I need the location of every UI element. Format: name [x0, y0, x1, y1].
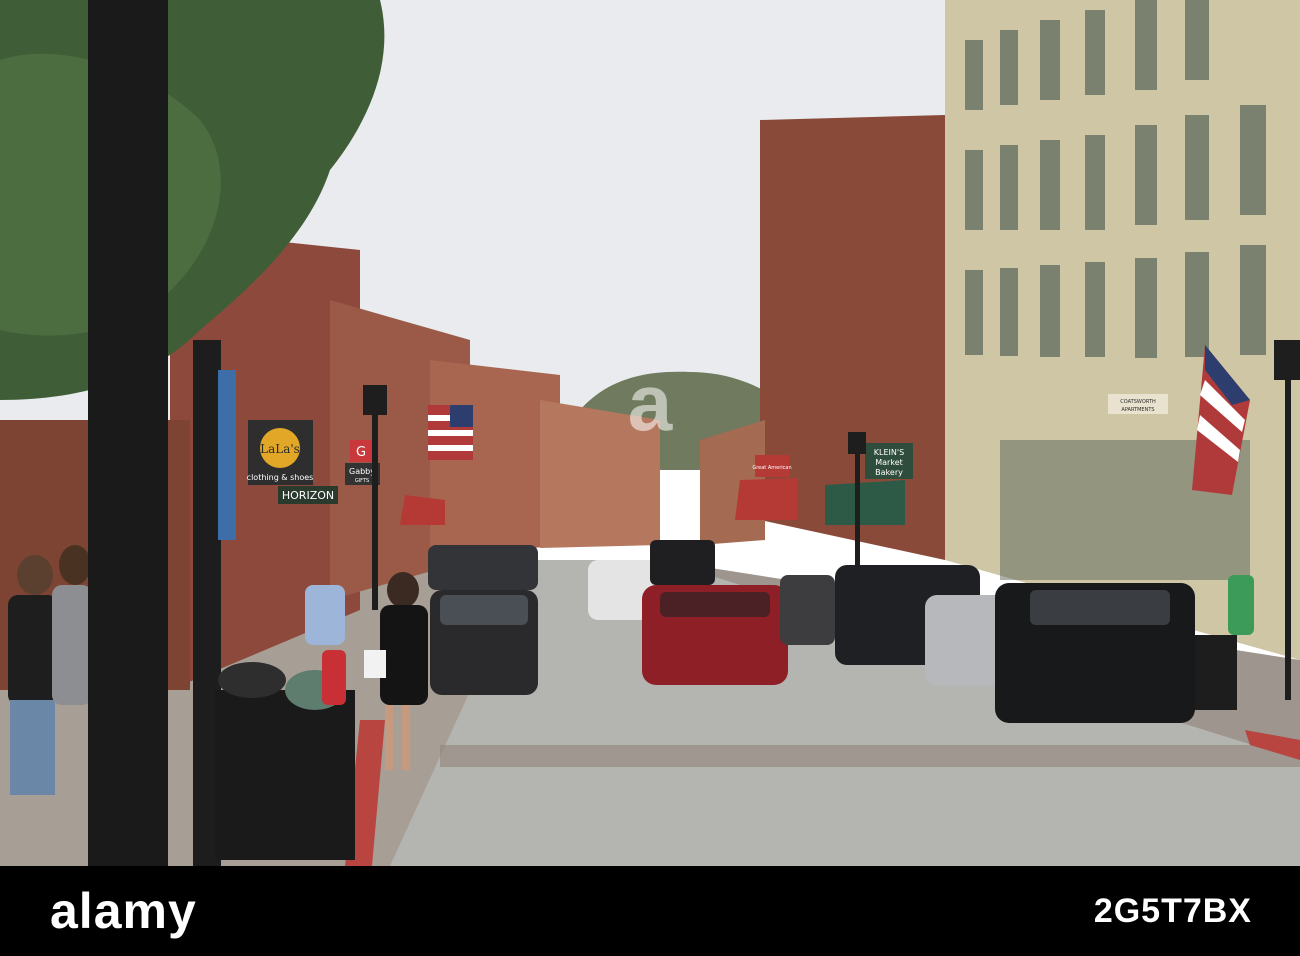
pedestrian-left-1	[8, 595, 58, 705]
left-red-awning	[400, 495, 445, 525]
gabby-letter: G	[356, 445, 366, 460]
lalas-name: LaLa's	[260, 442, 300, 456]
pedestrian-left-2	[52, 585, 92, 705]
fire-hydrant	[322, 650, 346, 705]
great-american-label: Great American	[752, 465, 791, 471]
image-id: 2G5T7BX	[1093, 891, 1252, 930]
flag-left	[428, 405, 473, 460]
coatsworth-sign: COATSWORTH APARTMENTS	[1108, 394, 1168, 414]
kleins-line1: KLEIN'S	[874, 448, 904, 457]
trash-can-lid	[218, 662, 286, 698]
horizon-label: HORIZON	[282, 489, 334, 502]
car-suv-left	[428, 545, 538, 590]
pedestrian-green-shirt	[1228, 575, 1254, 635]
alamy-logo: alamy	[50, 883, 197, 939]
horizon-sign: HORIZON	[278, 486, 338, 504]
woman-black-dress	[380, 605, 428, 705]
right-trash-can	[1195, 635, 1237, 710]
gabby-subtitle: GIFTS	[355, 478, 369, 484]
trash-can	[215, 690, 355, 860]
kleins-line2: Market	[875, 458, 903, 467]
pedestrian-blue-shirt	[305, 585, 345, 645]
watermark-overlay: a	[628, 358, 673, 447]
coatsworth-line2: APARTMENTS	[1121, 407, 1154, 413]
motorcycles	[780, 575, 835, 645]
street-photo: LaLa's clothing & shoes HORIZON G Gabby …	[0, 0, 1300, 866]
parking-sign	[218, 370, 236, 540]
street-scene: LaLa's clothing & shoes HORIZON G Gabby …	[0, 0, 1300, 866]
crosswalk-band	[440, 745, 1300, 767]
lalas-subtitle: clothing & shoes	[247, 473, 314, 482]
kleins-sign: KLEIN'S Market Bakery	[865, 443, 913, 479]
car-black-far	[650, 540, 715, 585]
watermark-bar: alamy 2G5T7BX	[0, 866, 1300, 956]
foreground-lamppost	[88, 0, 168, 866]
kleins-line3: Bakery	[875, 468, 903, 477]
red-awning	[735, 478, 798, 520]
lalas-sign: LaLa's clothing & shoes	[247, 420, 314, 485]
coatsworth-line1: COATSWORTH	[1120, 399, 1156, 405]
green-awning	[825, 480, 905, 525]
gabby-name: Gabby	[349, 467, 375, 476]
great-american-sign: Great American	[752, 455, 792, 477]
